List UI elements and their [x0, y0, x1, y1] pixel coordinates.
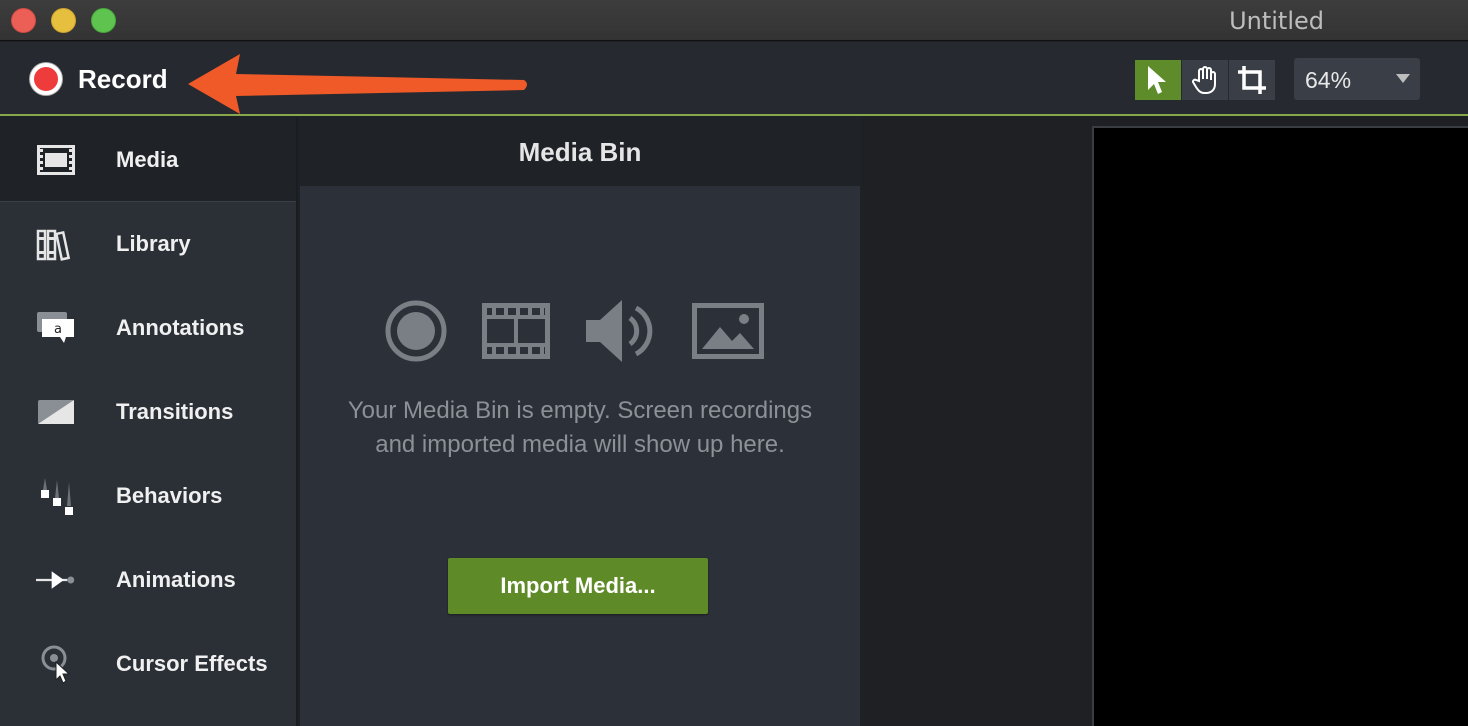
cursor-effects-icon — [36, 644, 76, 684]
sidebar-item-label: Annotations — [116, 315, 245, 340]
sidebar: Media Library a Annotations Transitions … — [0, 118, 298, 726]
sidebar-item-label: Media — [116, 146, 179, 172]
record-button[interactable]: Record — [30, 61, 168, 97]
window-title: Untitled — [1229, 7, 1324, 35]
window-close-button[interactable] — [11, 8, 36, 33]
canvas-area — [862, 118, 1468, 726]
media-bin-title: Media Bin — [518, 136, 642, 167]
annotation-icon: a — [36, 308, 76, 348]
behaviors-icon — [36, 476, 76, 516]
sidebar-item-label: Library — [116, 231, 191, 256]
import-media-label: Import Media... — [500, 573, 656, 598]
library-icon — [36, 224, 76, 264]
preview-canvas[interactable] — [1092, 126, 1468, 726]
sidebar-item-behaviors[interactable]: Behaviors — [0, 454, 296, 538]
zoom-value: 64% — [1305, 67, 1352, 93]
pointer-arrow-icon — [1148, 66, 1166, 94]
film-icon — [36, 140, 76, 180]
record-icon — [30, 63, 62, 95]
annotation-arrow — [188, 54, 527, 114]
title-bar: Untitled — [0, 0, 1468, 41]
animation-icon — [36, 560, 76, 600]
pan-tool-button[interactable] — [1182, 60, 1229, 100]
window-maximize-button[interactable] — [91, 8, 116, 33]
crop-icon — [1238, 66, 1266, 94]
media-type-icons — [384, 298, 798, 364]
record-label: Record — [78, 63, 168, 94]
transition-icon — [36, 392, 76, 432]
crop-tool-button[interactable] — [1229, 60, 1276, 100]
media-bin-header: Media Bin — [300, 118, 860, 186]
image-icon — [692, 303, 764, 359]
svg-text:a: a — [54, 322, 62, 337]
hand-icon — [1192, 66, 1216, 94]
import-media-button[interactable]: Import Media... — [448, 558, 708, 614]
video-clip-icon — [482, 303, 550, 359]
sidebar-item-animations[interactable]: Animations — [0, 538, 296, 622]
record-circle-icon — [384, 299, 448, 363]
window-minimize-button[interactable] — [51, 8, 76, 33]
media-bin-empty-message: Your Media Bin is empty. Screen recordin… — [347, 397, 813, 458]
sidebar-item-media[interactable]: Media — [0, 118, 296, 202]
sidebar-item-cursor-effects[interactable]: Cursor Effects — [0, 622, 296, 706]
sidebar-item-label: Cursor Effects — [116, 651, 268, 676]
chevron-down-icon — [1396, 74, 1410, 83]
audio-speaker-icon — [584, 298, 658, 364]
select-tool-button[interactable] — [1135, 60, 1182, 100]
sidebar-item-label: Animations — [116, 567, 236, 592]
canvas-tool-group — [1135, 60, 1276, 100]
sidebar-item-library[interactable]: Library — [0, 202, 296, 286]
media-bin-panel: Media Bin Your Media Bin is empty. Scree… — [300, 118, 860, 726]
sidebar-item-transitions[interactable]: Transitions — [0, 370, 296, 454]
sidebar-item-label: Behaviors — [116, 483, 223, 508]
zoom-dropdown[interactable]: 64% — [1294, 58, 1420, 100]
sidebar-item-annotations[interactable]: a Annotations — [0, 286, 296, 370]
sidebar-item-label: Transitions — [116, 399, 234, 424]
